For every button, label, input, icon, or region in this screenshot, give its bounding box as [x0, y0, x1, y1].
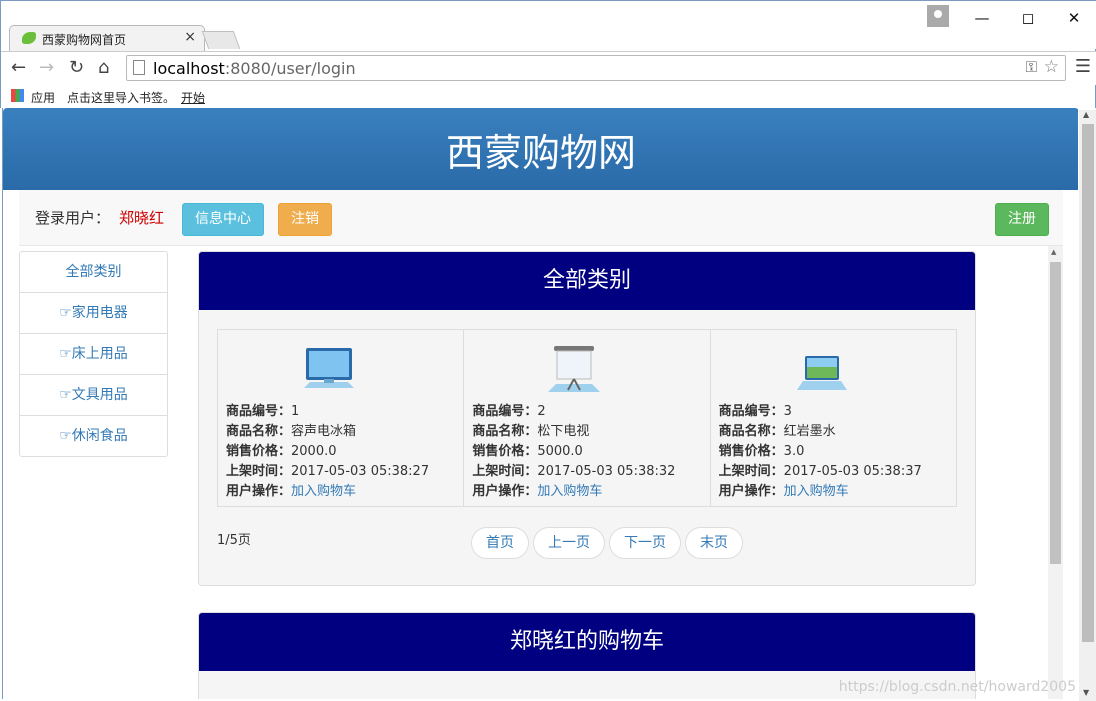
inner-scrollbar[interactable]: ▲: [1048, 246, 1063, 699]
minimize-icon[interactable]: —: [959, 1, 1005, 37]
key-icon[interactable]: ⚿: [1026, 58, 1037, 76]
product-time-row: 上架时间：2017-05-03 05:38:32: [472, 464, 676, 479]
cart-title: 郑晓红的购物车: [199, 613, 975, 671]
product-id-row: 商品编号：3: [718, 404, 792, 419]
sidebar-item-stationery[interactable]: ☞文具用品: [20, 375, 167, 416]
product-price-row: 销售价格：5000.0: [472, 444, 583, 459]
leaf-favicon-icon: [22, 32, 36, 44]
profile-icon[interactable]: [927, 5, 949, 27]
product-price-row: 销售价格：2000.0: [226, 444, 337, 459]
url-text: localhost:8080/user/login: [153, 59, 356, 78]
next-page-button[interactable]: 下一页: [609, 527, 681, 559]
catalog-title: 全部类别: [199, 252, 975, 310]
new-tab-button[interactable]: [201, 31, 241, 49]
sidebar-item-appliances[interactable]: ☞家用电器: [20, 293, 167, 334]
import-bookmarks-link[interactable]: 点击这里导入书签。: [67, 89, 175, 106]
page-viewport: 西蒙购物网 登录用户： 郑晓红 信息中心 注销 注册 全部类别 ☞家用电器 ☞床…: [2, 108, 1078, 699]
sidebar-item-snacks[interactable]: ☞休闲食品: [20, 416, 167, 457]
sidebar-item-all[interactable]: 全部类别: [20, 252, 167, 293]
info-center-button[interactable]: 信息中心: [182, 203, 264, 236]
catalog-panel: 全部类别 商品编号：1 商品名称：容声电冰箱 销售价格：2000.0 上架时间：…: [198, 251, 976, 586]
page-indicator: 1/5页: [217, 533, 251, 548]
user-bar: 登录用户： 郑晓红 信息中心 注销 注册: [19, 190, 1063, 246]
scroll-up-icon[interactable]: ▲: [1051, 248, 1056, 256]
forward-icon[interactable]: →: [39, 57, 54, 78]
laptop-icon: [796, 356, 847, 390]
add-to-cart-link[interactable]: 加入购物车: [537, 484, 602, 499]
reload-icon[interactable]: ↻: [69, 57, 84, 78]
add-to-cart-link[interactable]: 加入购物车: [784, 484, 849, 499]
product-card: 商品编号：3 商品名称：红岩墨水 销售价格：3.0 上架时间：2017-05-0…: [711, 330, 956, 506]
page-scroll-thumb[interactable]: [1082, 124, 1094, 642]
product-name-row: 商品名称：松下电视: [472, 424, 590, 439]
product-action-row: 用户操作：加入购物车: [472, 484, 603, 499]
product-id-row: 商品编号：2: [472, 404, 546, 419]
pagination: 首页 上一页 下一页 末页: [471, 527, 747, 559]
logout-button[interactable]: 注销: [278, 203, 332, 236]
close-window-icon[interactable]: ✕: [1051, 1, 1096, 37]
menu-icon[interactable]: ☰: [1075, 56, 1091, 77]
site-title: 西蒙购物网: [445, 131, 636, 175]
window-controls: — ◻ ✕: [927, 1, 1096, 37]
product-name-row: 商品名称：容声电冰箱: [226, 424, 357, 439]
home-icon[interactable]: ⌂: [98, 57, 109, 78]
projector-screen-icon: [548, 346, 601, 392]
address-bar-row: ← → ↻ ⌂ localhost:8080/user/login ⚿ ☆ ☰: [1, 51, 1096, 85]
bookmark-star-icon[interactable]: ☆: [1044, 57, 1059, 77]
watermark: https://blog.csdn.net/howard2005: [838, 679, 1076, 695]
apps-grid-icon[interactable]: [11, 89, 24, 102]
last-page-button[interactable]: 末页: [685, 527, 743, 559]
prev-page-button[interactable]: 上一页: [533, 527, 605, 559]
tab-title: 西蒙购物网首页: [42, 33, 127, 47]
category-sidebar: 全部类别 ☞家用电器 ☞床上用品 ☞文具用品 ☞休闲食品: [19, 251, 168, 457]
product-id-row: 商品编号：1: [226, 404, 300, 419]
start-link[interactable]: 开始: [181, 89, 205, 106]
page-icon: [133, 60, 145, 75]
back-icon[interactable]: ←: [11, 57, 26, 78]
sidebar-item-bedding[interactable]: ☞床上用品: [20, 334, 167, 375]
add-to-cart-link[interactable]: 加入购物车: [291, 484, 356, 499]
tab-close-icon[interactable]: ×: [184, 29, 196, 45]
product-name-row: 商品名称：红岩墨水: [718, 424, 836, 439]
product-card: 商品编号：1 商品名称：容声电冰箱 销售价格：2000.0 上架时间：2017-…: [218, 330, 465, 506]
scroll-down-icon[interactable]: ▼: [1083, 688, 1089, 697]
inner-scroll-thumb[interactable]: [1050, 262, 1061, 564]
scroll-up-icon[interactable]: ▲: [1083, 110, 1089, 119]
browser-chrome: 西蒙购物网首页 × — ◻ ✕ ← → ↻ ⌂ localhost:8080/u…: [0, 0, 1096, 108]
login-user-label: 登录用户：: [35, 209, 111, 227]
maximize-icon[interactable]: ◻: [1005, 1, 1051, 37]
first-page-button[interactable]: 首页: [471, 527, 529, 559]
tab-strip: 西蒙购物网首页 × — ◻ ✕: [1, 1, 1096, 51]
product-price-row: 销售价格：3.0: [718, 444, 805, 459]
product-time-row: 上架时间：2017-05-03 05:38:37: [718, 464, 922, 479]
site-header: 西蒙购物网: [3, 108, 1078, 190]
url-input[interactable]: localhost:8080/user/login ⚿ ☆: [126, 55, 1066, 81]
browser-tab[interactable]: 西蒙购物网首页 ×: [9, 25, 205, 51]
product-action-row: 用户操作：加入购物车: [718, 484, 849, 499]
apps-link[interactable]: 应用: [31, 89, 55, 106]
product-grid: 商品编号：1 商品名称：容声电冰箱 销售价格：2000.0 上架时间：2017-…: [217, 329, 957, 507]
bookmarks-bar: 应用 点击这里导入书签。 开始: [1, 85, 1096, 109]
monitor-icon: [304, 348, 354, 388]
product-action-row: 用户操作：加入购物车: [226, 484, 357, 499]
page-scrollbar[interactable]: ▲ ▼: [1079, 110, 1096, 701]
register-button[interactable]: 注册: [995, 203, 1049, 236]
product-time-row: 上架时间：2017-05-03 05:38:27: [226, 464, 430, 479]
product-card: 商品编号：2 商品名称：松下电视 销售价格：5000.0 上架时间：2017-0…: [464, 330, 711, 506]
username: 郑晓红: [119, 209, 165, 227]
